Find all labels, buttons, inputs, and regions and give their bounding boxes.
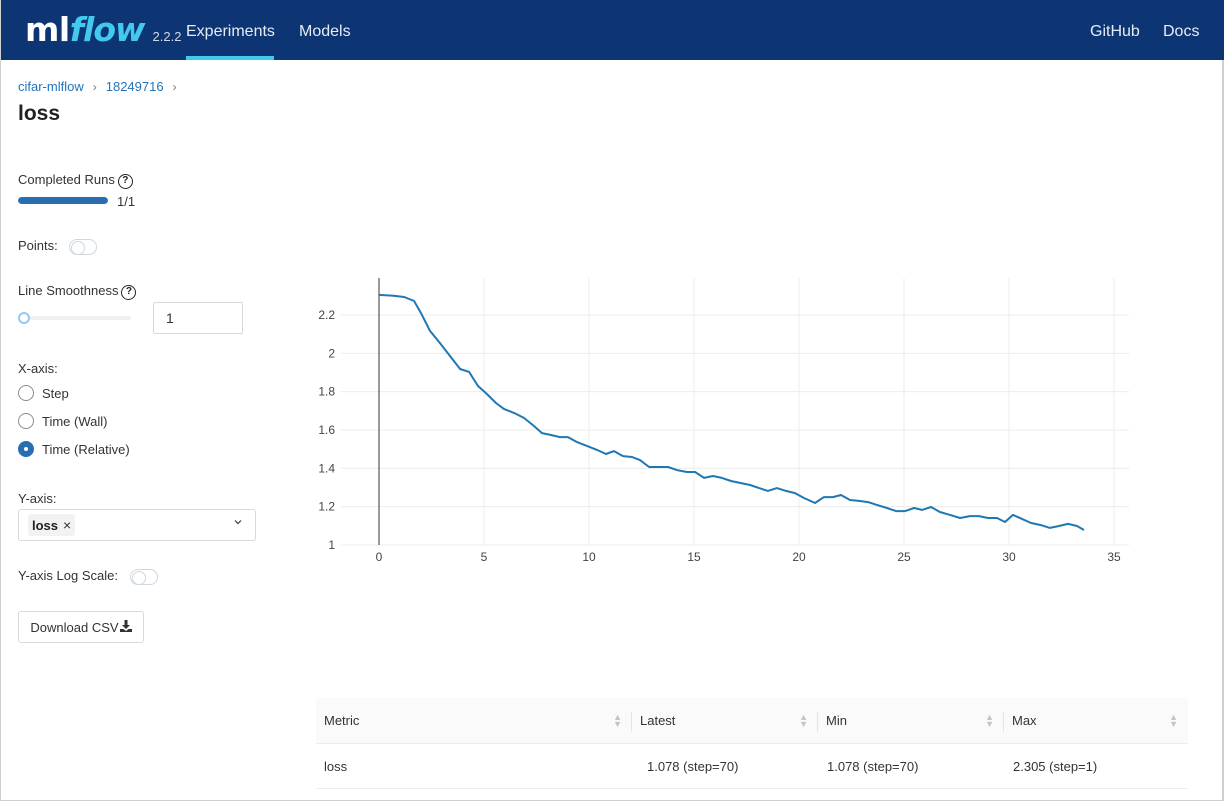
nav-experiments[interactable]: Experiments	[186, 0, 275, 60]
line-smoothness-label: Line Smoothness?	[18, 283, 137, 300]
chart-ticks: 0 5 10 15 20 25 30 35 1 1.2 1.4 1.6 1.8 2 2.2	[318, 308, 1121, 564]
x-tick-label: 0	[376, 550, 383, 564]
cell-metric: loss	[324, 759, 348, 774]
breadcrumb-separator-icon: ›	[92, 79, 97, 94]
breadcrumb-experiment[interactable]: cifar-mlflow	[18, 79, 84, 94]
y-tick-label: 1	[328, 538, 335, 552]
logo-ml-text: ml	[25, 10, 70, 49]
x-tick-label: 20	[792, 550, 806, 564]
tag-label: loss	[32, 517, 59, 533]
log-scale-label: Y-axis Log Scale:	[18, 568, 118, 583]
breadcrumb-run[interactable]: 18249716	[106, 79, 164, 94]
metrics-table: Metric ▲ ▼ Latest ▲ ▼ Min ▲ ▼ Max ▲ ▼ loss 1…	[316, 698, 1188, 789]
table-row: loss 1.078 (step=70) 1.078 (step=70) 2.3…	[316, 744, 1188, 789]
column-header-label: Metric	[324, 713, 360, 728]
cell-latest: 1.078 (step=70)	[647, 759, 739, 774]
table-header: Metric ▲ ▼ Latest ▲ ▼ Min ▲ ▼ Max ▲ ▼	[316, 698, 1188, 744]
slider-handle[interactable]	[18, 312, 30, 324]
x-tick-label: 15	[687, 550, 701, 564]
x-tick-label: 30	[1002, 550, 1016, 564]
cell-max: 2.305 (step=1)	[1013, 759, 1098, 774]
points-label: Points:	[18, 238, 58, 253]
y-axis-log-scale-control: Y-axis Log Scale:	[18, 568, 158, 585]
sort-icon[interactable]: ▲ ▼	[799, 698, 808, 744]
x-axis-option-step[interactable]: Step	[18, 385, 69, 401]
help-icon[interactable]: ?	[121, 285, 137, 300]
radio-button-checked[interactable]	[18, 441, 34, 457]
y-tick-label: 1.4	[318, 461, 335, 475]
completed-runs-count: 1/1	[117, 194, 136, 209]
line-smoothness-text: Line Smoothness	[18, 283, 119, 298]
nav-github[interactable]: GitHub	[1090, 0, 1140, 60]
sort-icon[interactable]: ▲ ▼	[613, 698, 622, 744]
logo-flow-text: flow	[69, 10, 146, 49]
radio-label: Time (Wall)	[42, 413, 108, 429]
column-header-label: Latest	[640, 713, 676, 728]
radio-label: Time (Relative)	[42, 441, 130, 457]
x-tick-label: 25	[897, 550, 911, 564]
x-axis-label: X-axis:	[18, 361, 58, 376]
progress-fill	[18, 197, 108, 204]
y-axis-label: Y-axis:	[18, 491, 57, 506]
download-csv-button[interactable]: Download CSV	[18, 611, 144, 643]
breadcrumb: cifar-mlflow › 18249716 ›	[18, 79, 186, 94]
download-csv-label: Download CSV	[30, 619, 119, 635]
nav-models[interactable]: Models	[299, 0, 351, 60]
series-line-loss	[378, 293, 1085, 531]
help-icon[interactable]: ?	[117, 174, 133, 189]
selected-metric-tag: loss ×	[28, 514, 76, 536]
chevron-down-icon[interactable]	[233, 517, 243, 530]
slider-rail	[18, 316, 131, 320]
points-toggle[interactable]	[69, 238, 98, 255]
column-header-metric[interactable]: Metric ▲ ▼	[316, 698, 632, 744]
line-smoothness-slider[interactable]	[18, 311, 131, 325]
nav-docs[interactable]: Docs	[1163, 0, 1199, 60]
chart-grid	[341, 278, 1129, 546]
completed-runs-progress-bar	[18, 197, 108, 204]
download-icon	[119, 620, 132, 632]
top-navigation-bar: ml flow 2.2.2 Experiments Models GitHub …	[1, 0, 1224, 60]
column-header-latest[interactable]: Latest ▲ ▼	[632, 698, 818, 744]
line-smoothness-input[interactable]	[153, 302, 243, 334]
radio-button[interactable]	[18, 413, 34, 429]
column-header-label: Min	[826, 713, 847, 728]
x-tick-label: 10	[582, 550, 596, 564]
page-title: loss	[18, 102, 61, 125]
breadcrumb-separator-icon: ›	[172, 79, 177, 94]
x-axis-option-time-relative[interactable]: Time (Relative)	[18, 441, 130, 457]
column-header-label: Max	[1012, 713, 1037, 728]
y-axis-metric-select[interactable]: loss ×	[18, 509, 256, 541]
radio-button[interactable]	[18, 385, 34, 401]
x-tick-label: 35	[1107, 550, 1121, 564]
completed-runs-text: Completed Runs	[18, 172, 115, 187]
y-tick-label: 1.2	[318, 500, 335, 514]
sort-icon[interactable]: ▲ ▼	[1169, 698, 1178, 744]
sort-icon[interactable]: ▲ ▼	[985, 698, 994, 744]
y-tick-label: 1.6	[318, 423, 335, 437]
y-tick-label: 1.8	[318, 385, 335, 399]
radio-label: Step	[42, 385, 69, 401]
y-tick-label: 2.2	[318, 308, 335, 322]
y-tick-label: 2	[328, 346, 335, 360]
loss-line-chart[interactable]: 0 5 10 15 20 25 30 35 1 1.2 1.4 1.6 1.8 2 2.2	[301, 270, 1161, 580]
column-header-min[interactable]: Min ▲ ▼	[818, 698, 1004, 744]
close-icon[interactable]: ×	[63, 517, 71, 533]
completed-runs-label: Completed Runs?	[18, 172, 133, 189]
cell-min: 1.078 (step=70)	[827, 759, 919, 774]
points-control: Points:	[18, 238, 98, 255]
version-label: 2.2.2	[152, 29, 182, 44]
column-header-max[interactable]: Max ▲ ▼	[1004, 698, 1188, 744]
x-tick-label: 5	[481, 550, 488, 564]
mlflow-logo[interactable]: ml flow 2.2.2	[25, 10, 181, 50]
x-axis-option-time-wall[interactable]: Time (Wall)	[18, 413, 107, 429]
log-scale-toggle[interactable]	[129, 568, 158, 585]
